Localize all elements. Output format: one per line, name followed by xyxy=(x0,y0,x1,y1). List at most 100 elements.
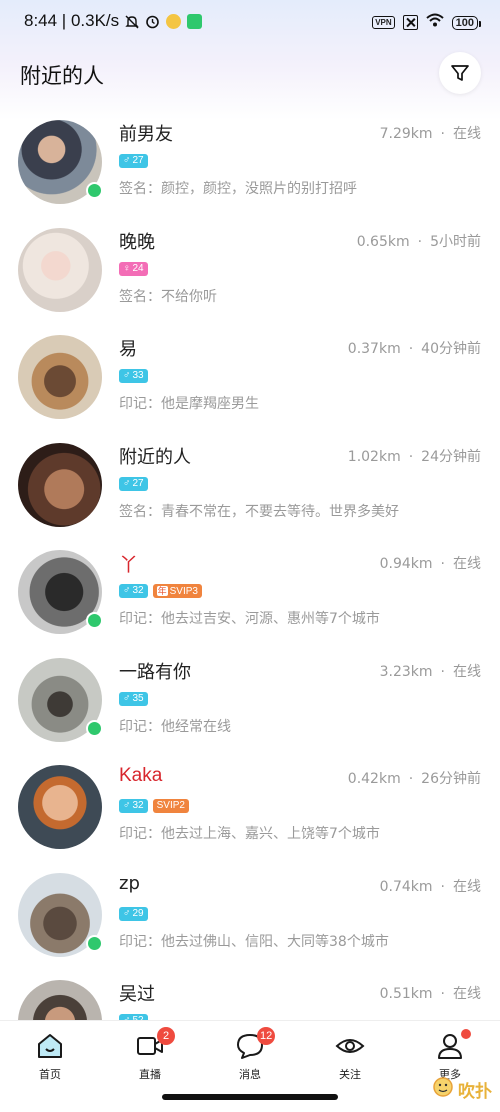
user-meta: 0.42km · 26分钟前 xyxy=(348,768,481,788)
user-badges: ♀ 24 xyxy=(119,261,148,276)
user-badges: ♂ 32 SVIP2 xyxy=(119,799,189,813)
tab-label: 首页 xyxy=(39,1068,61,1081)
user-list-item[interactable]: 易 0.37km · 40分钟前 ♂ 33 印记：他是摩羯座男生 xyxy=(0,327,500,435)
user-activity: 在线 xyxy=(453,556,481,572)
vip-badge: SVIP2 xyxy=(152,799,189,813)
user-meta: 1.02km · 24分钟前 xyxy=(348,446,481,466)
user-age: 33 xyxy=(132,370,144,381)
male-icon: ♂ xyxy=(123,800,131,811)
tab-chat-bubble[interactable]: 12 消息 xyxy=(220,1027,280,1082)
user-meta: 3.23km · 在线 xyxy=(380,661,481,681)
user-list-item[interactable]: Kaka 0.42km · 26分钟前 ♂ 32 SVIP2 印记：他去过上海、嘉兴、上饶等7… xyxy=(0,757,500,865)
tab-person[interactable]: 更多 xyxy=(420,1029,480,1082)
filter-icon xyxy=(451,65,469,81)
user-age: 32 xyxy=(132,800,144,811)
meta-separator: · xyxy=(440,126,445,142)
user-signature: 签名：不给你听 xyxy=(119,288,217,305)
user-distance: 3.23km xyxy=(379,663,433,680)
user-name: 一路有你 xyxy=(119,661,191,683)
user-avatar[interactable] xyxy=(18,227,102,312)
gender-age-badge: ♂ 27 xyxy=(119,476,148,491)
gender-age-badge: ♂ 32 xyxy=(119,584,148,598)
user-name: 吴过 xyxy=(119,984,155,1005)
user-activity: 在线 xyxy=(453,878,481,895)
user-badges: ♂ 33 xyxy=(119,369,148,383)
meta-separator: · xyxy=(440,663,445,680)
user-meta: 0.74km · 在线 xyxy=(380,876,481,896)
status-bar: 8:44 | 0.3K/s VPN 100 xyxy=(0,0,500,44)
user-meta: 0.51km · 在线 xyxy=(380,983,481,1003)
user-list-item[interactable]: 前男友 7.29km · 在线 ♂ 27 签名：颜控，颜控，没照片的别打招呼 xyxy=(0,112,500,220)
no-sim-icon xyxy=(402,15,418,30)
vip-level: SVIP3 xyxy=(169,586,198,597)
user-distance: 0.74km xyxy=(379,878,433,895)
online-status-dot xyxy=(86,934,103,952)
user-signature: 签名：青春不常在，不要去等待。世界多美好 xyxy=(119,503,399,520)
user-activity: 5小时前 xyxy=(430,233,481,250)
online-status-dot xyxy=(86,719,103,737)
gender-age-badge: ♂ 35 xyxy=(119,691,148,706)
user-list-item[interactable]: zp 0.74km · 在线 ♂ 29 印记：他去过佛山、信阳、大同等38个城市 xyxy=(0,865,500,973)
user-list-item[interactable]: 丫 0.94km · 在线 ♂ 32 年 SVIP3 印记：他去过吉安、河源、惠州等7个城市 xyxy=(0,542,500,650)
user-signature: 印记：他经常在线 xyxy=(119,718,231,735)
gender-age-badge: ♂ 27 xyxy=(119,154,148,168)
male-icon: ♂ xyxy=(123,585,131,596)
app-notification-icon xyxy=(166,13,182,29)
user-list-item[interactable]: 晚晚 0.65km · 5小时前 ♀ 24 签名：不给你听 xyxy=(0,220,500,328)
user-activity: 40分钟前 xyxy=(421,341,481,357)
watermark: 吹扑 xyxy=(432,1076,492,1103)
user-distance: 0.37km xyxy=(347,341,401,357)
male-icon: ♂ xyxy=(123,370,131,381)
vip-year-tag: 年 xyxy=(156,586,168,596)
status-left: 8:44 | 0.3K/s xyxy=(24,11,203,31)
user-avatar[interactable] xyxy=(18,335,102,419)
user-distance: 0.65km xyxy=(356,233,410,250)
tab-video-camera[interactable]: 2 直播 xyxy=(120,1027,180,1082)
wifi-icon xyxy=(425,13,444,32)
user-distance: 0.94km xyxy=(379,556,433,572)
user-age: 35 xyxy=(132,692,144,704)
user-signature: 签名：颜控，颜控，没照片的别打招呼 xyxy=(119,181,357,197)
user-age: 29 xyxy=(132,907,144,919)
watermark-text: 吹扑 xyxy=(458,1082,492,1102)
tab-count-badge: 12 xyxy=(257,1027,276,1045)
page-header: 附近的人 xyxy=(0,52,500,96)
vpn-icon: VPN xyxy=(372,16,395,29)
tab-label: 消息 xyxy=(239,1068,261,1081)
status-time: 8:44 | 0.3K/s xyxy=(24,11,120,30)
user-meta: 0.94km · 在线 xyxy=(380,553,481,573)
user-avatar[interactable] xyxy=(18,442,102,527)
meta-separator: · xyxy=(408,341,414,357)
user-age: 27 xyxy=(132,155,144,166)
tab-home[interactable]: 首页 xyxy=(20,1031,80,1082)
user-signature: 印记：他去过上海、嘉兴、上饶等7个城市 xyxy=(119,826,380,842)
gender-age-badge: ♂ 32 xyxy=(119,799,148,813)
user-name: 丫 xyxy=(119,555,139,576)
meta-separator: · xyxy=(440,878,445,895)
video-camera-icon: 2 xyxy=(135,1027,175,1061)
user-name: 附近的人 xyxy=(119,446,191,468)
tab-eye[interactable]: 关注 xyxy=(320,1031,380,1082)
eye-icon xyxy=(335,1031,365,1061)
online-status-dot xyxy=(86,182,103,199)
gender-age-badge: ♀ 24 xyxy=(119,261,148,276)
user-badges: ♂ 29 xyxy=(119,906,148,921)
user-distance: 0.51km xyxy=(379,986,433,1002)
user-list-item[interactable]: 一路有你 3.23km · 在线 ♂ 35 印记：他经常在线 xyxy=(0,650,500,758)
meta-separator: · xyxy=(440,986,445,1002)
male-icon: ♂ xyxy=(123,692,131,704)
home-indicator[interactable] xyxy=(162,1094,338,1100)
filter-button[interactable] xyxy=(439,52,481,94)
male-icon: ♂ xyxy=(123,477,131,489)
mute-icon xyxy=(125,14,139,29)
user-activity: 在线 xyxy=(453,986,481,1002)
notification-dot xyxy=(461,1029,471,1039)
user-distance: 0.42km xyxy=(347,771,401,787)
user-avatar[interactable] xyxy=(18,765,102,849)
user-name: 前男友 xyxy=(119,124,173,145)
user-activity: 26分钟前 xyxy=(421,771,481,787)
user-list-item[interactable]: 附近的人 1.02km · 24分钟前 ♂ 27 签名：青春不常在，不要去等待。世界多美好 xyxy=(0,435,500,543)
alarm-icon xyxy=(145,14,160,29)
battery-icon: 100 xyxy=(451,15,482,30)
user-activity: 24分钟前 xyxy=(421,448,481,465)
